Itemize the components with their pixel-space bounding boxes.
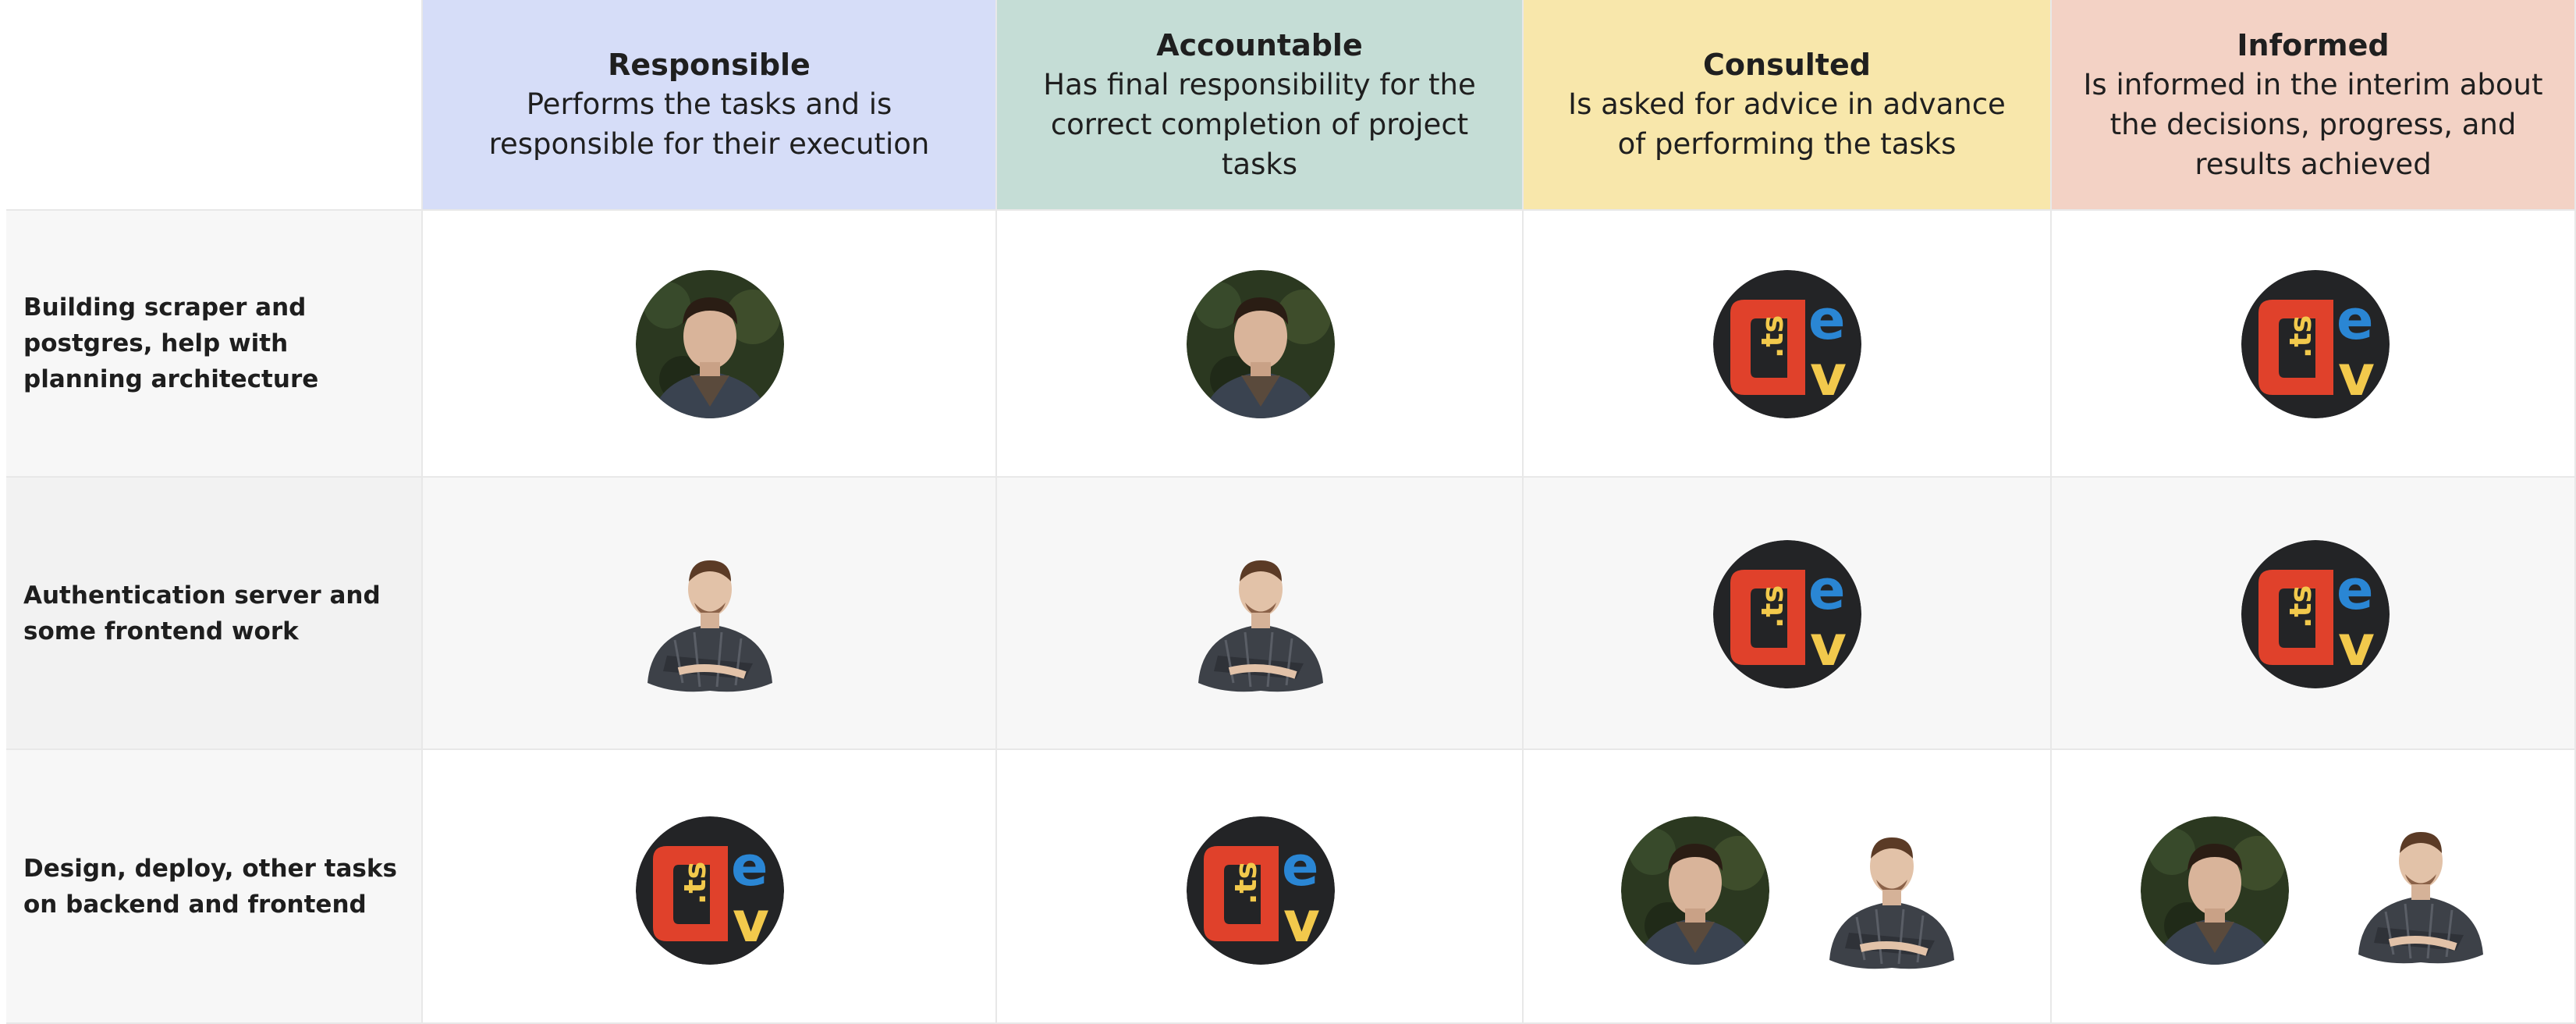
row-label-3: Design, deploy, other tasks on backend a… bbox=[6, 750, 423, 1024]
task-label: Building scraper and postgres, help with… bbox=[23, 293, 319, 393]
row-label-1: Building scraper and postgres, help with… bbox=[6, 211, 423, 478]
header-description: Is informed in the interim about the dec… bbox=[2083, 67, 2543, 181]
cell-r3-informed bbox=[2052, 750, 2576, 1024]
header-title: Informed bbox=[2237, 27, 2390, 62]
header-description: Has final responsibility for the correct… bbox=[1043, 67, 1476, 181]
avatar-person-a bbox=[1187, 270, 1335, 418]
avatar-dev-logo bbox=[1713, 270, 1861, 418]
header-description: Is asked for advice in advance of perfor… bbox=[1568, 87, 2006, 161]
avatar-person-b bbox=[2347, 818, 2495, 966]
header-title: Consulted bbox=[1703, 48, 1871, 82]
avatar-person-b bbox=[1818, 823, 1966, 972]
avatar-person-a bbox=[1621, 816, 1769, 965]
avatar-person-a bbox=[2141, 816, 2289, 965]
task-label: Design, deploy, other tasks on backend a… bbox=[23, 854, 397, 919]
header-title: Responsible bbox=[608, 48, 811, 82]
avatar-dev-logo bbox=[2241, 270, 2390, 418]
header-responsible: Responsible Performs the tasks and is re… bbox=[423, 0, 997, 211]
row-label-2: Authentication server and some frontend … bbox=[6, 478, 423, 750]
header-consulted: Consulted Is asked for advice in advance… bbox=[1524, 0, 2052, 211]
cell-r3-consulted bbox=[1524, 750, 2052, 1024]
header-accountable: Accountable Has final responsibility for… bbox=[997, 0, 1524, 211]
avatar-person-b bbox=[1187, 546, 1335, 695]
avatar-dev-logo bbox=[636, 816, 784, 965]
avatar-dev-logo bbox=[2241, 540, 2390, 688]
header-description: Performs the tasks and is responsible fo… bbox=[488, 87, 930, 161]
header-title: Accountable bbox=[1156, 27, 1363, 62]
task-label: Authentication server and some frontend … bbox=[23, 581, 381, 645]
avatar-person-b bbox=[636, 546, 784, 695]
corner-cell bbox=[6, 0, 423, 211]
avatar-person-a bbox=[636, 270, 784, 418]
avatar-dev-logo bbox=[1187, 816, 1335, 965]
header-informed: Informed Is informed in the interim abou… bbox=[2052, 0, 2576, 211]
avatar-dev-logo bbox=[1713, 540, 1861, 688]
